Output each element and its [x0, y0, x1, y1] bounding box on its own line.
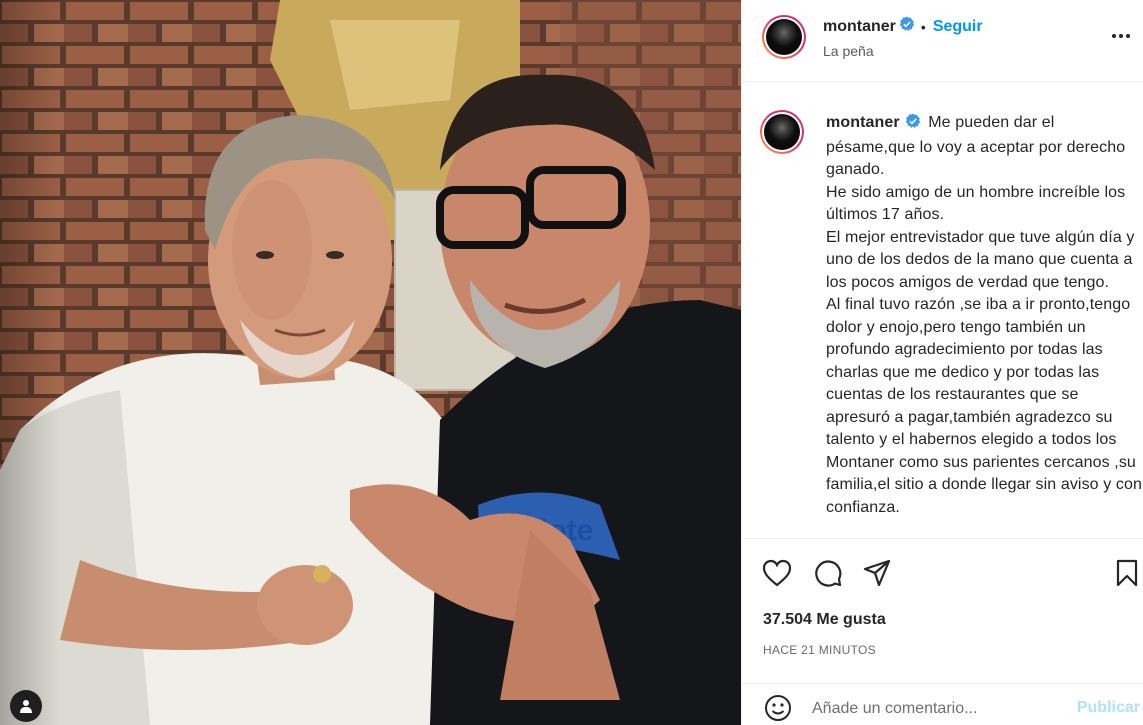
comment-icon [815, 560, 842, 587]
post-location[interactable]: La peña [823, 43, 874, 59]
photo-illustration: lote [0, 0, 741, 725]
caption-section: montaner Me pueden dar el pésame,que lo … [742, 82, 1143, 538]
heart-icon [762, 559, 792, 587]
avatar[interactable] [762, 15, 806, 59]
share-button[interactable] [861, 557, 893, 589]
bookmark-icon [1116, 559, 1138, 587]
caption-avatar[interactable] [760, 110, 804, 154]
more-options-icon [1112, 34, 1130, 38]
caption-text: Me pueden dar el pésame,que lo voy a ace… [826, 114, 1142, 516]
post-actions: 37.504 Me gusta HACE 21 MINUTOS [742, 538, 1143, 658]
emoji-button[interactable] [762, 692, 794, 724]
save-button[interactable] [1111, 557, 1143, 589]
more-options-button[interactable] [1106, 24, 1136, 48]
caption: montaner Me pueden dar el pésame,que lo … [826, 112, 1142, 519]
post-timestamp[interactable]: HACE 21 MINUTOS [763, 643, 876, 657]
paper-plane-icon [863, 559, 891, 587]
likes-count[interactable]: 37.504 Me gusta [763, 611, 886, 629]
comment-input[interactable] [812, 694, 1067, 724]
caption-username[interactable]: montaner [826, 114, 900, 131]
like-button[interactable] [761, 557, 793, 589]
smiley-icon [765, 695, 791, 721]
user-tag-icon [20, 700, 32, 713]
separator-dot: • [920, 18, 926, 35]
post-photo[interactable]: lote [0, 0, 741, 725]
comment-bar: Publicar [742, 683, 1143, 725]
post-side-panel: montaner • Seguir La peña montaner Me pu… [741, 0, 1143, 725]
verified-badge-icon [905, 113, 921, 137]
user-tag-button[interactable] [10, 690, 42, 722]
post-header: montaner • Seguir La peña [742, 0, 1143, 82]
verified-badge-icon [899, 16, 915, 37]
header-username[interactable]: montaner [823, 18, 896, 36]
comment-button[interactable] [812, 557, 844, 589]
publish-button[interactable]: Publicar [1077, 699, 1140, 717]
follow-button[interactable]: Seguir [933, 18, 983, 36]
